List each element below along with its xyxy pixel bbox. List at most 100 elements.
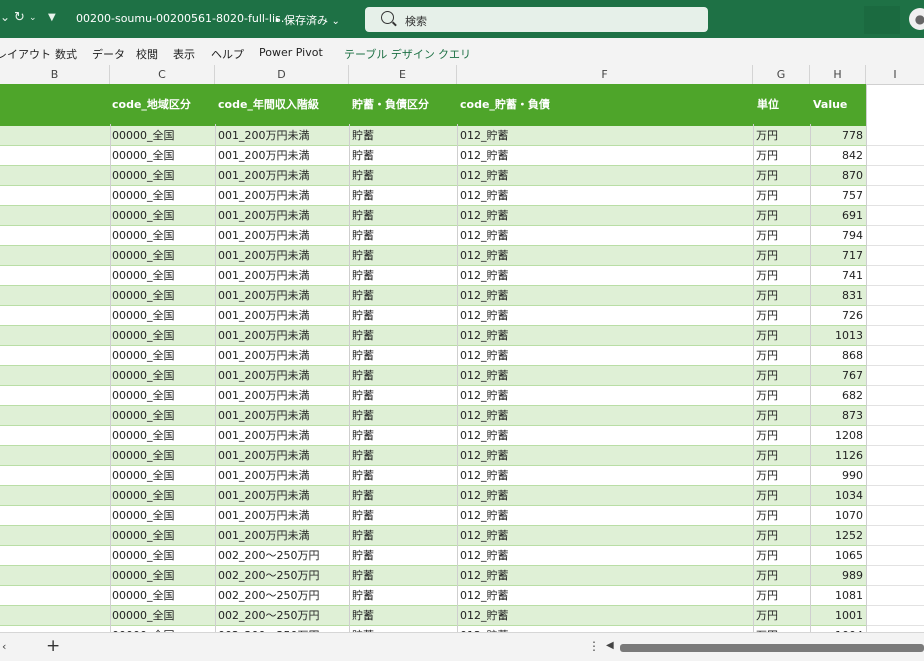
empty-cell[interactable] bbox=[866, 386, 924, 406]
column-header-e[interactable]: E bbox=[349, 65, 457, 84]
cell-income[interactable]: 001_200万円未満 bbox=[218, 206, 310, 226]
cell-savings-code[interactable]: 012_貯蓄 bbox=[460, 186, 509, 206]
empty-cell[interactable] bbox=[866, 446, 924, 466]
cell-savings-code[interactable]: 012_貯蓄 bbox=[460, 606, 509, 626]
column-header-i[interactable]: I bbox=[866, 65, 924, 84]
cell-value[interactable]: 1070 bbox=[812, 506, 863, 526]
cell-income[interactable]: 002_200～250万円 bbox=[218, 606, 320, 626]
customize-quick-access-icon[interactable]: ▼ bbox=[48, 12, 56, 23]
cell-region[interactable]: 00000_全国 bbox=[112, 486, 175, 506]
cell-unit[interactable]: 万円 bbox=[756, 146, 778, 166]
empty-cell[interactable] bbox=[866, 506, 924, 526]
more-options-icon[interactable]: ⋮ bbox=[588, 639, 600, 653]
cell-region[interactable]: 00000_全国 bbox=[112, 206, 175, 226]
empty-cell[interactable] bbox=[866, 586, 924, 606]
cell-unit[interactable]: 万円 bbox=[756, 446, 778, 466]
column-header-f[interactable]: F bbox=[457, 65, 753, 84]
empty-cell[interactable] bbox=[866, 486, 924, 506]
cell-region[interactable]: 00000_全国 bbox=[112, 266, 175, 286]
cell-savings-code[interactable]: 012_貯蓄 bbox=[460, 426, 509, 446]
cell-savings-code[interactable]: 012_貯蓄 bbox=[460, 206, 509, 226]
titlebar-button[interactable] bbox=[864, 6, 900, 34]
column-header-c[interactable]: C bbox=[110, 65, 215, 84]
table-row[interactable]: 00000_全国 001_200万円未満 貯蓄 012_貯蓄 万円 831 bbox=[0, 286, 866, 306]
empty-cell[interactable] bbox=[866, 226, 924, 246]
cell-value[interactable]: 767 bbox=[812, 366, 863, 386]
table-row[interactable]: 00000_全国 001_200万円未満 貯蓄 012_貯蓄 万円 717 bbox=[0, 246, 866, 266]
empty-cell[interactable] bbox=[866, 306, 924, 326]
empty-cell[interactable] bbox=[866, 186, 924, 206]
table-row[interactable]: 00000_全国 001_200万円未満 貯蓄 012_貯蓄 万円 778 bbox=[0, 126, 866, 146]
empty-cell[interactable] bbox=[866, 426, 924, 446]
empty-cell[interactable] bbox=[866, 406, 924, 426]
cell-savings-type[interactable]: 貯蓄 bbox=[352, 126, 374, 146]
search-box[interactable]: 検索 bbox=[365, 7, 708, 32]
cell-income[interactable]: 001_200万円未満 bbox=[218, 366, 310, 386]
cell-unit[interactable]: 万円 bbox=[756, 566, 778, 586]
cell-unit[interactable]: 万円 bbox=[756, 306, 778, 326]
cell-income[interactable]: 001_200万円未満 bbox=[218, 246, 310, 266]
cell-savings-code[interactable]: 012_貯蓄 bbox=[460, 386, 509, 406]
cell-income[interactable]: 001_200万円未満 bbox=[218, 126, 310, 146]
cell-unit[interactable]: 万円 bbox=[756, 606, 778, 626]
document-title[interactable]: 00200-soumu-00200561-8020-full-lis… bbox=[76, 12, 292, 25]
cell-income[interactable]: 001_200万円未満 bbox=[218, 146, 310, 166]
table-row[interactable]: 00000_全国 001_200万円未満 貯蓄 012_貯蓄 万円 1126 bbox=[0, 446, 866, 466]
empty-cell[interactable] bbox=[866, 286, 924, 306]
cell-unit[interactable]: 万円 bbox=[756, 246, 778, 266]
table-row[interactable]: 00000_全国 001_200万円未満 貯蓄 012_貯蓄 万円 842 bbox=[0, 146, 866, 166]
table-row[interactable]: 00000_全国 002_200～250万円 貯蓄 012_貯蓄 万円 1065 bbox=[0, 546, 866, 566]
cell-value[interactable]: 717 bbox=[812, 246, 863, 266]
cell-income[interactable]: 001_200万円未満 bbox=[218, 286, 310, 306]
cell-region[interactable]: 00000_全国 bbox=[112, 346, 175, 366]
table-row[interactable]: 00000_全国 001_200万円未満 貯蓄 012_貯蓄 万円 1208 bbox=[0, 426, 866, 446]
cell-savings-code[interactable]: 012_貯蓄 bbox=[460, 146, 509, 166]
cell-income[interactable]: 001_200万円未満 bbox=[218, 406, 310, 426]
cell-savings-type[interactable]: 貯蓄 bbox=[352, 406, 374, 426]
empty-cell[interactable] bbox=[866, 146, 924, 166]
cell-income[interactable]: 001_200万円未満 bbox=[218, 426, 310, 446]
cell-savings-type[interactable]: 貯蓄 bbox=[352, 306, 374, 326]
cell-unit[interactable]: 万円 bbox=[756, 546, 778, 566]
cell-savings-type[interactable]: 貯蓄 bbox=[352, 286, 374, 306]
cell-savings-code[interactable]: 012_貯蓄 bbox=[460, 446, 509, 466]
table-row[interactable]: 00000_全国 001_200万円未満 貯蓄 012_貯蓄 万円 691 bbox=[0, 206, 866, 226]
cell-region[interactable]: 00000_全国 bbox=[112, 446, 175, 466]
table-row[interactable]: 00000_全国 001_200万円未満 貯蓄 012_貯蓄 万円 741 bbox=[0, 266, 866, 286]
cell-savings-type[interactable]: 貯蓄 bbox=[352, 566, 374, 586]
cell-savings-type[interactable]: 貯蓄 bbox=[352, 466, 374, 486]
cell-region[interactable]: 00000_全国 bbox=[112, 586, 175, 606]
cell-unit[interactable]: 万円 bbox=[756, 326, 778, 346]
cell-savings-code[interactable]: 012_貯蓄 bbox=[460, 266, 509, 286]
cell-savings-type[interactable]: 貯蓄 bbox=[352, 446, 374, 466]
sheet-nav-icon[interactable]: ‹ bbox=[2, 640, 6, 653]
cell-income[interactable]: 001_200万円未満 bbox=[218, 466, 310, 486]
empty-cell[interactable] bbox=[866, 166, 924, 186]
cell-savings-type[interactable]: 貯蓄 bbox=[352, 186, 374, 206]
cell-savings-type[interactable]: 貯蓄 bbox=[352, 526, 374, 546]
cell-savings-type[interactable]: 貯蓄 bbox=[352, 326, 374, 346]
empty-cell[interactable] bbox=[866, 566, 924, 586]
cell-savings-code[interactable]: 012_貯蓄 bbox=[460, 226, 509, 246]
cell-income[interactable]: 001_200万円未満 bbox=[218, 446, 310, 466]
header-savings-type[interactable]: 貯蓄・負債区分 bbox=[352, 84, 429, 126]
cell-unit[interactable]: 万円 bbox=[756, 346, 778, 366]
cell-income[interactable]: 001_200万円未満 bbox=[218, 506, 310, 526]
cell-region[interactable]: 00000_全国 bbox=[112, 166, 175, 186]
cell-region[interactable]: 00000_全国 bbox=[112, 286, 175, 306]
cell-region[interactable]: 00000_全国 bbox=[112, 466, 175, 486]
cell-income[interactable]: 001_200万円未満 bbox=[218, 386, 310, 406]
table-row[interactable]: 00000_全国 001_200万円未満 貯蓄 012_貯蓄 万円 1013 bbox=[0, 326, 866, 346]
cell-value[interactable]: 1081 bbox=[812, 586, 863, 606]
cell-savings-type[interactable]: 貯蓄 bbox=[352, 206, 374, 226]
cell-savings-type[interactable]: 貯蓄 bbox=[352, 426, 374, 446]
cell-income[interactable]: 001_200万円未満 bbox=[218, 166, 310, 186]
cell-savings-code[interactable]: 012_貯蓄 bbox=[460, 366, 509, 386]
tab-table-design[interactable]: テーブル デザイン bbox=[344, 46, 435, 62]
scroll-left-arrow-icon[interactable]: ◀ bbox=[606, 640, 614, 651]
cell-region[interactable]: 00000_全国 bbox=[112, 366, 175, 386]
cell-value[interactable]: 741 bbox=[812, 266, 863, 286]
cell-value[interactable]: 1252 bbox=[812, 526, 863, 546]
add-sheet-button[interactable]: + bbox=[46, 636, 60, 656]
cell-value[interactable]: 989 bbox=[812, 566, 863, 586]
